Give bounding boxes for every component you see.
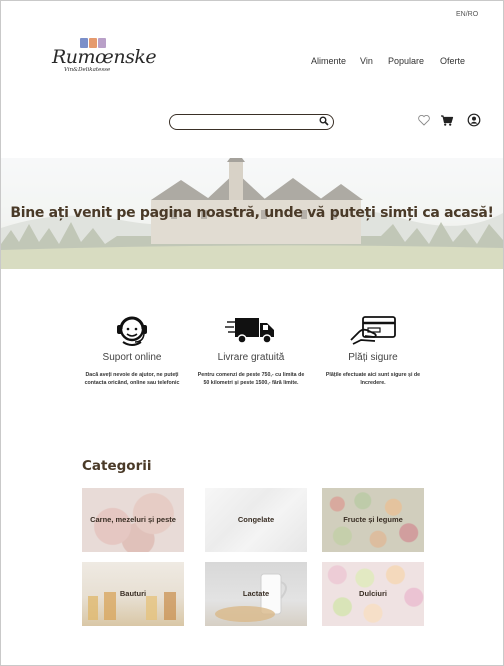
search-bar[interactable] (169, 114, 334, 130)
category-label: Congelate (237, 515, 275, 524)
nav-item-populare[interactable]: Populare (388, 56, 424, 66)
category-tile-meat[interactable]: Carne, mezeluri și peste (82, 488, 184, 552)
feature-support: Suport online Dacă aveți nevoie de ajuto… (77, 312, 187, 388)
nav-item-vin[interactable]: Vin (360, 56, 373, 66)
feature-description: Plățile efectuate aici sunt sigure și de… (325, 372, 421, 386)
feature-title: Suport online (102, 352, 162, 363)
truck-icon (225, 318, 274, 344)
user-icon[interactable] (467, 113, 481, 127)
category-tile-drinks[interactable]: Bauturi (82, 562, 184, 626)
logo[interactable]: Rumœnske Vin&Delikatesse (52, 36, 157, 78)
feature-description: Pentru comenzi de peste 750,- cu limita … (197, 372, 305, 386)
category-label: Lactate (242, 589, 270, 598)
search-icon[interactable] (319, 116, 329, 126)
category-tile-fruits[interactable]: Fructe și legume (322, 488, 424, 552)
heart-icon[interactable] (417, 113, 431, 127)
category-tile-frozen[interactable]: Congelate (205, 488, 307, 552)
category-tile-dairy[interactable]: Lactate (205, 562, 307, 626)
feature-title: Plăți sigure (348, 352, 398, 363)
card-payment-icon (350, 316, 396, 345)
feature-title: Livrare gratuită (217, 352, 285, 363)
category-tile-sweets[interactable]: Dulciuri (322, 562, 424, 626)
nav-item-alimente[interactable]: Alimente (311, 56, 346, 66)
logo-tagline: Vin&Delikatesse (64, 67, 111, 73)
category-label: Fructe și legume (343, 515, 403, 524)
category-label: Carne, mezeluri și peste (90, 515, 176, 524)
nav-item-oferte[interactable]: Oferte (440, 56, 465, 66)
logo-name: Rumœnske (52, 46, 157, 68)
categories-title: Categorii (82, 458, 152, 474)
language-switcher[interactable]: EN/RO (456, 11, 478, 18)
feature-payments: Plăți sigure Plățile efectuate aici sunt… (318, 312, 428, 388)
category-label: Dulciuri (359, 589, 387, 598)
hero-headline: Bine ați venit pe pagina noastră, unde v… (10, 205, 494, 221)
search-input[interactable] (178, 116, 318, 127)
cart-icon[interactable] (440, 113, 454, 127)
category-label: Bauturi (119, 589, 147, 598)
headset-icon (117, 316, 147, 346)
feature-delivery: Livrare gratuită Pentru comenzi de peste… (196, 312, 306, 388)
feature-description: Dacă aveți nevoie de ajutor, ne puteți c… (84, 372, 180, 386)
hero-banner: Bine ați venit pe pagina noastră, unde v… (1, 158, 503, 269)
